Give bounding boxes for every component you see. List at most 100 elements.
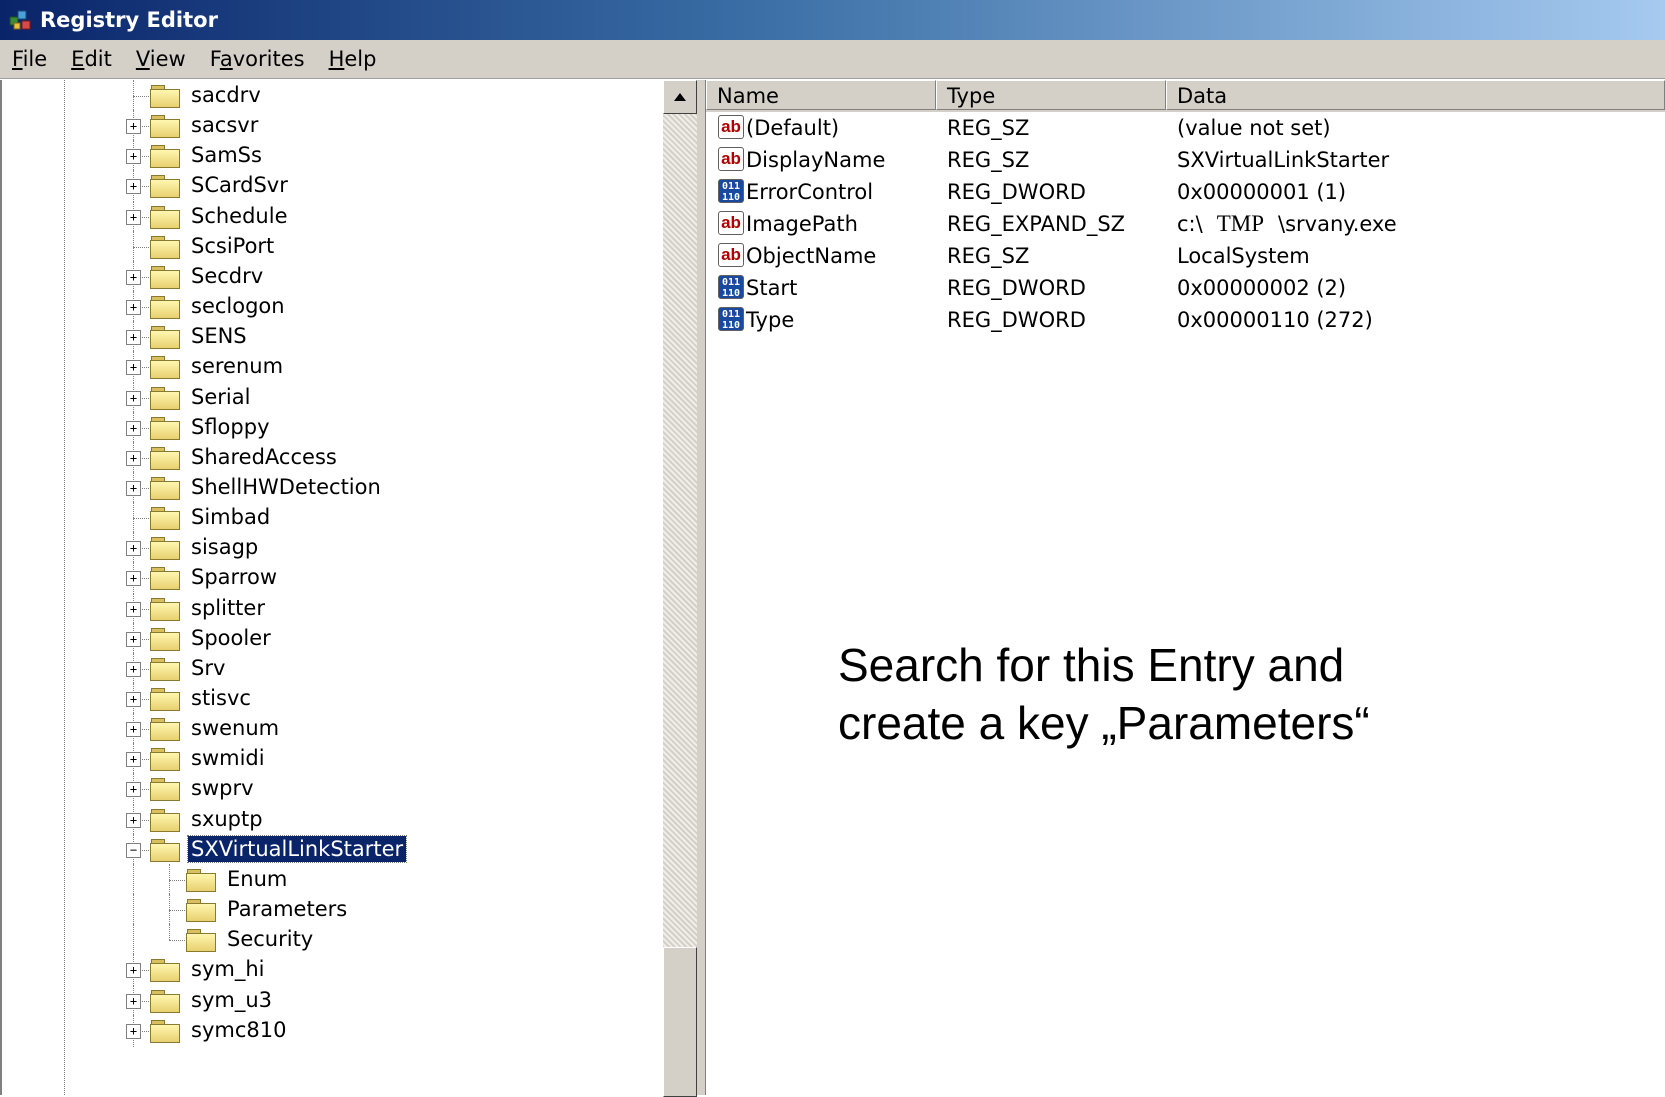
expand-icon[interactable]: + xyxy=(126,993,141,1009)
tree-item[interactable]: + sym_hi xyxy=(2,954,662,987)
column-header-name[interactable]: Name xyxy=(706,80,936,110)
tree-item[interactable]: + stisvc xyxy=(2,683,662,715)
tree-guide-line xyxy=(169,924,170,941)
table-row[interactable]: ab ObjectName REG_SZ LocalSystem xyxy=(706,240,1665,272)
expand-icon[interactable]: + xyxy=(126,450,141,466)
expand-icon[interactable]: + xyxy=(126,722,141,738)
table-row[interactable]: 011 110 Type REG_DWORD 0x00000110 (272) xyxy=(706,304,1665,336)
pane-splitter[interactable] xyxy=(697,80,706,1095)
tree-item[interactable]: + Spooler xyxy=(2,622,662,655)
tree-item[interactable]: + swmidi xyxy=(2,743,662,776)
expand-icon[interactable]: + xyxy=(126,119,141,135)
folder-icon xyxy=(150,115,180,139)
expand-icon[interactable]: + xyxy=(126,782,141,798)
value-name: ImagePath xyxy=(746,212,858,236)
expand-icon[interactable]: + xyxy=(126,149,141,165)
tree-item[interactable]: Simbad xyxy=(2,502,662,535)
dword-value-icon: 011 110 xyxy=(718,307,744,331)
tree-item[interactable]: Enum xyxy=(2,863,662,896)
tree-item[interactable]: + Sfloppy xyxy=(2,411,662,444)
tree-vertical-scrollbar[interactable] xyxy=(663,80,697,1097)
column-header-type[interactable]: Type xyxy=(936,80,1166,110)
tree-item[interactable]: + Srv xyxy=(2,652,662,685)
menu-file[interactable]: File xyxy=(0,47,59,71)
tree-item[interactable]: + SamSs xyxy=(2,140,662,173)
expand-icon[interactable]: + xyxy=(126,179,141,195)
expand-icon[interactable]: + xyxy=(126,752,141,768)
menu-edit[interactable]: Edit xyxy=(59,47,124,71)
value-list[interactable]: Name Type Data ab (Default) REG_SZ (value n… xyxy=(706,80,1665,1095)
expand-icon[interactable]: + xyxy=(126,420,141,436)
expand-icon[interactable]: + xyxy=(126,390,141,406)
tree-item[interactable]: − SXVirtualLinkStarter xyxy=(2,833,662,866)
column-header-data[interactable]: Data xyxy=(1166,80,1665,110)
folder-icon xyxy=(150,688,180,711)
tree-item[interactable]: + Secdrv xyxy=(2,260,662,293)
tree-item[interactable]: + sacsvr xyxy=(2,110,662,143)
tree-item[interactable]: + ShellHWDetection xyxy=(2,471,662,504)
expand-icon[interactable]: + xyxy=(126,812,141,828)
tree-item[interactable]: + swprv xyxy=(2,773,662,806)
tree-item-label: sacdrv xyxy=(191,83,261,107)
tree-item[interactable]: + SENS xyxy=(2,321,662,354)
tree-item[interactable]: + sxuptp xyxy=(2,803,662,836)
tree-guide-line xyxy=(133,230,134,263)
tree-item[interactable]: + splitter xyxy=(2,592,662,625)
folder-icon xyxy=(150,296,180,320)
collapse-icon[interactable]: − xyxy=(126,842,141,858)
expand-icon[interactable]: + xyxy=(126,631,141,647)
expand-icon[interactable]: + xyxy=(126,601,141,617)
table-row[interactable]: 011 110 ErrorControl REG_DWORD 0x00000001 (… xyxy=(706,176,1665,208)
tree-item[interactable]: + SharedAccess xyxy=(2,441,662,474)
tree-item[interactable]: + seclogon xyxy=(2,291,662,324)
tree-item-label: seclogon xyxy=(191,294,285,319)
expand-icon[interactable]: + xyxy=(126,541,141,557)
tree-item[interactable]: + sym_u3 xyxy=(2,984,662,1017)
folder-icon xyxy=(150,326,180,350)
tree-item[interactable]: + Sparrow xyxy=(2,562,662,595)
tree-item[interactable]: + sisagp xyxy=(2,532,662,565)
tree-item[interactable]: + serenum xyxy=(2,351,662,384)
tree-item-label: sxuptp xyxy=(191,806,263,831)
tree-item-label: Sparrow xyxy=(191,565,277,590)
tree-item[interactable]: sacdrv xyxy=(2,80,662,112)
tree-item-label: splitter xyxy=(191,595,265,620)
tree-item[interactable]: + SCardSvr xyxy=(2,170,662,203)
expand-icon[interactable]: + xyxy=(126,661,141,677)
tree-item[interactable]: + swenum xyxy=(2,713,662,746)
tree-item[interactable]: Parameters xyxy=(2,894,662,927)
tree-item-label: Spooler xyxy=(191,625,271,650)
tree-item[interactable]: ScsiPort xyxy=(2,230,662,263)
scroll-up-button[interactable] xyxy=(663,80,697,114)
expand-icon[interactable]: + xyxy=(126,1023,141,1039)
table-row[interactable]: ab DisplayName REG_SZ SXVirtualLinkStarter xyxy=(706,144,1665,176)
expand-icon[interactable]: + xyxy=(126,571,141,587)
expand-icon[interactable]: + xyxy=(126,692,141,707)
menu-help[interactable]: Help xyxy=(317,47,389,71)
registry-key-tree[interactable]: sacdrv + sacsvr + SamSs + SCardSvr + Schedule Scs… xyxy=(0,80,702,1095)
string-value-icon: ab xyxy=(718,243,744,267)
tree-item-label: serenum xyxy=(191,354,284,379)
tree-item[interactable]: + symc810 xyxy=(2,1014,662,1047)
expand-icon[interactable]: + xyxy=(126,963,141,979)
expand-icon[interactable]: + xyxy=(126,269,141,285)
expand-icon[interactable]: + xyxy=(126,300,141,316)
value-name: Type xyxy=(746,308,795,332)
table-row[interactable]: ab ImagePath REG_EXPAND_SZ c:\ TMP \srvany.ex… xyxy=(706,208,1665,240)
tree-item-label: Security xyxy=(227,927,314,952)
expand-icon[interactable]: + xyxy=(126,360,141,376)
tree-item[interactable]: + Serial xyxy=(2,381,662,414)
table-row[interactable]: 011 110 Start REG_DWORD 0x00000002 (2) xyxy=(706,272,1665,304)
expand-icon[interactable]: + xyxy=(126,209,141,225)
scroll-thumb[interactable] xyxy=(663,947,697,1097)
annotation-line-1: Search for this Entry and xyxy=(838,639,1345,691)
menu-favorites[interactable]: Favorites xyxy=(198,47,317,71)
expand-icon[interactable]: + xyxy=(126,480,141,496)
tree-item[interactable]: + Schedule xyxy=(2,200,662,233)
value-data: (value not set) xyxy=(1177,116,1331,140)
menu-view[interactable]: View xyxy=(124,47,198,71)
expand-icon[interactable]: + xyxy=(126,330,141,346)
tree-item[interactable]: Security xyxy=(2,924,662,957)
table-row[interactable]: ab (Default) REG_SZ (value not set) xyxy=(706,112,1665,144)
tree-guide-line xyxy=(133,863,134,896)
